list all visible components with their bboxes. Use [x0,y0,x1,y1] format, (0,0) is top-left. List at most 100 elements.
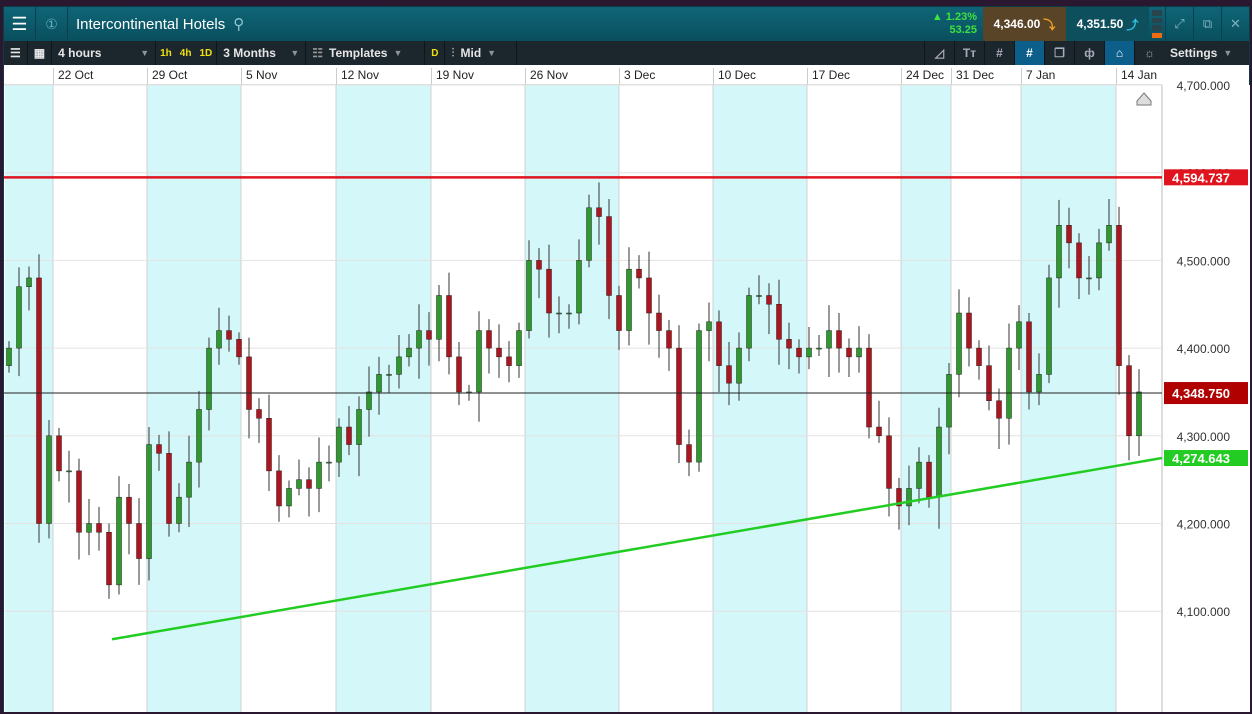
candle-body [186,461,192,498]
week-band [901,85,951,712]
candle-body [476,330,482,393]
price-tick-label: 4,300.000 [1177,430,1231,444]
candle-body [1036,374,1042,393]
candle-body [206,347,212,410]
week-band [5,85,53,712]
candle-body [576,260,582,314]
candle-body [1066,225,1072,244]
candle-body [686,444,692,463]
candle-body [676,347,682,445]
current-price-label: 4,348.750 [1172,386,1230,401]
candle-body [216,330,222,349]
candle-body [1026,321,1032,393]
candle-body [136,523,142,559]
candle-body [106,532,112,586]
candle-body [326,461,332,464]
candle-body [746,295,752,349]
candle-body [236,339,242,358]
candle-body [726,365,732,384]
candle-body [656,312,662,331]
candle-body [386,374,392,376]
price-chart[interactable]: 4,700.0004,600.0004,500.0004,400.0004,30… [4,7,1250,712]
candle-body [336,426,342,463]
candle-body [1136,391,1142,437]
candle-body [356,409,362,445]
candle-body [776,304,782,340]
candle-body [996,400,1002,419]
candle-body [556,312,562,315]
candle-body [976,347,982,366]
candle-body [146,444,152,559]
candle-body [916,461,922,489]
week-band [713,85,807,712]
candle-body [496,347,502,358]
candle-body [816,347,822,350]
candle-body [616,295,622,331]
candle-body [866,347,872,428]
candle-body [1116,225,1122,366]
candle-body [926,461,932,498]
candle-body [906,488,912,507]
candle-body [716,321,722,366]
candle-body [406,347,412,358]
candle-body [836,330,842,349]
candle-body [936,426,942,498]
candle-body [846,347,852,358]
candle-body [116,496,122,586]
candle-body [1096,242,1102,279]
candle-body [46,435,52,524]
week-band [1021,85,1116,712]
candle-body [256,409,262,419]
candle-body [196,409,202,463]
candle-body [546,268,552,314]
week-band [147,85,241,712]
candle-body [266,418,272,472]
candle-body [66,470,72,473]
candle-body [346,426,352,445]
candle-body [566,312,572,315]
candle-body [86,523,92,533]
price-tick-label: 4,200.000 [1177,518,1231,532]
candle-body [966,312,972,349]
trendline-label: 4,274.643 [1172,451,1230,466]
price-tick-label: 4,500.000 [1177,254,1231,268]
candle-body [1016,321,1022,349]
candle-body [246,356,252,410]
candle-body [796,347,802,358]
resistance-label: 4,594.737 [1172,170,1230,185]
candle-body [296,479,302,489]
candle-body [366,391,372,410]
candle-body [416,330,422,349]
candle-body [456,356,462,393]
candle-body [756,295,762,297]
candle-body [646,277,652,314]
candle-body [1046,277,1052,375]
candle-body [56,435,62,472]
candle-body [306,479,312,489]
candle-body [1106,225,1112,244]
candle-body [6,347,12,366]
candle-body [446,295,452,358]
candle-body [226,330,232,340]
candle-body [956,312,962,375]
candle-body [886,435,892,489]
candle-body [666,330,672,349]
price-tick-label: 4,400.000 [1177,342,1231,356]
candle-body [736,347,742,384]
candle-body [636,268,642,279]
candle-body [126,496,132,524]
candle-body [286,488,292,507]
candle-body [706,321,712,331]
candle-body [626,268,632,331]
candle-body [856,347,862,358]
candle-body [396,356,402,375]
candle-body [36,277,42,524]
candle-body [1086,277,1092,280]
candle-body [1056,225,1062,279]
candle-body [156,444,162,454]
candle-body [426,330,432,340]
candle-body [826,330,832,349]
candle-body [516,330,522,366]
chart-window: ☰ ① Intercontinental Hotels ⚲ ▲ 1.23% 53.… [3,6,1250,712]
candle-body [316,461,322,489]
